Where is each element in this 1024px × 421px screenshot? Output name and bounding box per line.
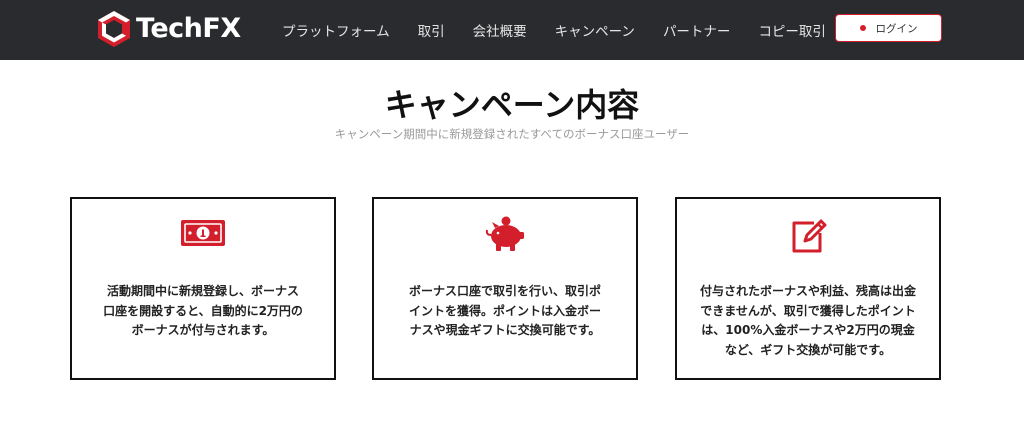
campaign-card-bonus: 活動期間中に新規登録し、ボーナス口座を開設すると、自動的に2万円のボーナスが付与… [70,197,336,380]
card-description: ボーナス口座で取引を行い、取引ポイントを獲得。ポイントは入金ボーナスや現金ギフト… [408,284,601,337]
logo[interactable]: TechFX [96,10,241,48]
login-button-label: ログイン [875,22,918,35]
hexagon-logo-icon [98,11,130,47]
nav-item-platform[interactable]: プラットフォーム [268,20,404,40]
edit-icon [792,219,827,253]
login-button[interactable]: ログイン [835,14,942,42]
card-description: 活動期間中に新規登録し、ボーナス口座を開設すると、自動的に2万円のボーナスが付与… [103,284,303,337]
piggy-bank-icon [485,216,524,251]
nav-item-campaign[interactable]: キャンペーン [541,20,649,40]
money-bill-icon [181,220,225,246]
campaign-card-points: ボーナス口座で取引を行い、取引ポイントを獲得。ポイントは入金ボーナスや現金ギフト… [372,197,638,380]
dot-icon [859,25,866,31]
top-navbar: TechFX プラットフォーム 取引 会社概要 キャンペーン パートナー コピー… [0,0,1024,60]
nav-item-partner[interactable]: パートナー [649,20,745,40]
page-title: キャンペーン内容 [384,86,640,124]
page-subtitle: キャンペーン期間中に新規登録されたすべてのボーナス口座ユーザー [334,127,690,141]
nav-item-copy-trading[interactable]: コピー取引 [744,20,840,40]
campaign-card-exchange: 付与されたボーナスや利益、残高は出金できませんが、取引で獲得したポイントは、10… [675,197,941,380]
nav-item-company[interactable]: 会社概要 [459,20,541,40]
logo-text: TechFX [136,13,241,44]
nav-item-trading[interactable]: 取引 [404,20,459,40]
main-nav: プラットフォーム 取引 会社概要 キャンペーン パートナー コピー取引 [268,0,840,60]
card-description: 付与されたボーナスや利益、残高は出金できませんが、取引で獲得したポイントは、10… [699,284,916,357]
